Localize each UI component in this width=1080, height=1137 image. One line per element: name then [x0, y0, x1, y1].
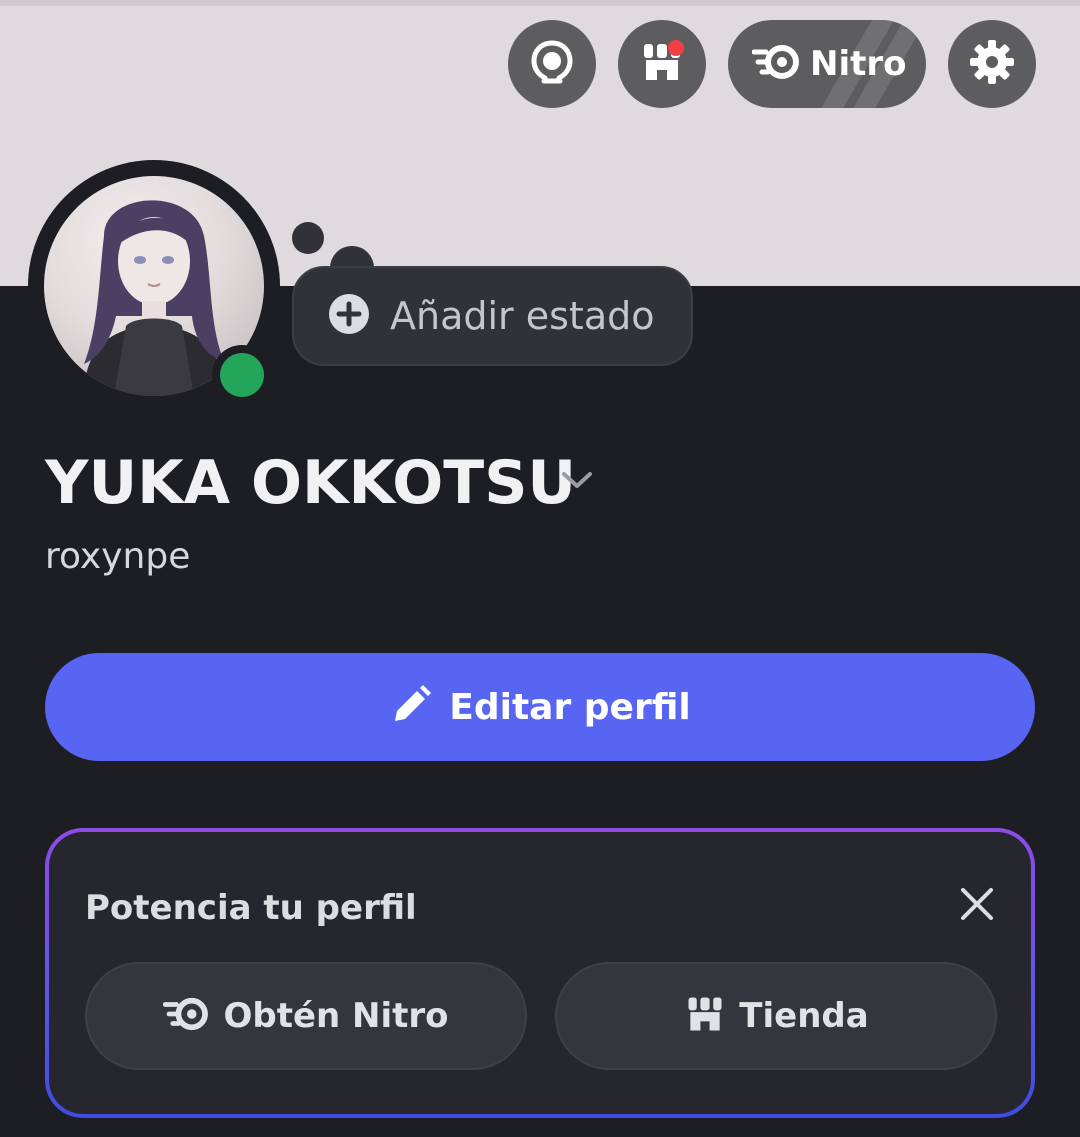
banner-top-edge [0, 0, 1080, 6]
boost-profile-card: Potencia tu perfil Obtén Nitro Tienda [45, 828, 1035, 1118]
nitro-button[interactable]: Nitro [728, 20, 926, 108]
thought-bubble-dot [292, 222, 324, 254]
shop-button[interactable] [618, 20, 706, 108]
pencil-icon [389, 683, 433, 731]
edit-profile-label: Editar perfil [449, 686, 691, 728]
gear-icon [967, 37, 1017, 91]
boost-card-body: Potencia tu perfil Obtén Nitro Tienda [49, 832, 1031, 1114]
top-actions-bar: Nitro [0, 20, 1080, 108]
plus-circle-icon [328, 293, 370, 339]
get-nitro-label: Obtén Nitro [223, 996, 449, 1036]
add-status-label: Añadir estado [390, 294, 655, 338]
shop-button[interactable]: Tienda [555, 962, 997, 1070]
close-icon [960, 887, 994, 925]
shop-icon [683, 992, 727, 1040]
get-nitro-button[interactable]: Obtén Nitro [85, 962, 527, 1070]
shop-label: Tienda [739, 996, 869, 1036]
notification-dot [668, 40, 684, 56]
quests-button[interactable] [508, 20, 596, 108]
nitro-icon [751, 42, 802, 86]
profile-screen: Nitro Añadir estado YUKA OKKOTSU roxynpe… [0, 0, 1080, 1137]
display-name[interactable]: YUKA OKKOTSU [45, 448, 576, 518]
laurel-icon [527, 37, 577, 91]
nitro-icon [163, 995, 211, 1037]
nitro-label: Nitro [810, 44, 907, 84]
chevron-down-icon[interactable] [560, 468, 594, 496]
boost-card-title: Potencia tu perfil [85, 888, 417, 928]
online-status-indicator [220, 353, 264, 397]
username: roxynpe [45, 536, 191, 577]
add-status-button[interactable]: Añadir estado [292, 266, 693, 366]
close-card-button[interactable] [955, 884, 999, 928]
edit-profile-button[interactable]: Editar perfil [45, 653, 1035, 761]
settings-button[interactable] [948, 20, 1036, 108]
